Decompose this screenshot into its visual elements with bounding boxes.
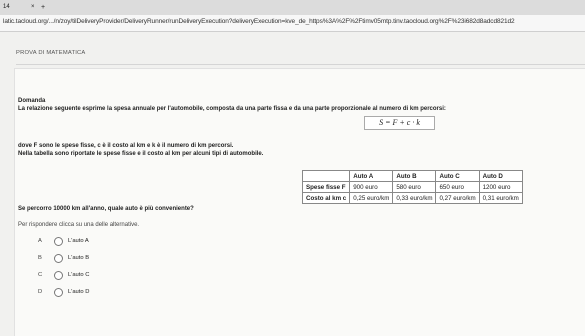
- table-row: Costo al km c 0,25 euro/km 0,33 euro/km …: [301, 192, 523, 204]
- table-column-header: Auto A: [349, 170, 394, 182]
- answer-instruction: Per rispondere clicca su una delle alter…: [18, 222, 140, 228]
- option-label[interactable]: L'auto D: [68, 287, 89, 297]
- table-row-header: Costo al km c: [301, 192, 351, 204]
- radio-button[interactable]: [54, 254, 63, 263]
- option-label[interactable]: L'auto A: [68, 236, 89, 246]
- table-cell: 0,33 euro/km: [392, 192, 437, 204]
- table-intro: Nella tabella sono riportate le spese fi…: [18, 151, 264, 157]
- tab-title: 14: [3, 4, 10, 10]
- question-prompt: Se percorro 10000 km all'anno, quale aut…: [18, 206, 194, 212]
- option-letter: C: [38, 272, 43, 278]
- table-row-header: Spese fisse F: [301, 181, 351, 193]
- table-cell: 0,27 euro/km: [435, 192, 480, 204]
- table-cell: 1200 euro: [478, 181, 523, 193]
- url-text[interactable]: latic.tacloud.org/.../n/zoy/tilDeliveryP…: [3, 18, 515, 25]
- option-letter: B: [38, 255, 42, 261]
- page-title: PROVA DI MATEMATICA: [16, 50, 86, 56]
- radio-button[interactable]: [54, 271, 63, 280]
- table-cell: 900 euro: [349, 181, 394, 193]
- header-divider: [16, 64, 585, 65]
- table-corner-cell: [301, 170, 351, 182]
- question-intro: La relazione seguente esprime la spesa a…: [18, 106, 446, 112]
- option-letter: D: [38, 289, 43, 295]
- browser-tab[interactable]: 14 ×: [0, 0, 60, 15]
- car-costs-table: Auto A Auto B Auto C Auto D Spese fisse …: [301, 170, 523, 204]
- option-letter: A: [38, 238, 42, 244]
- radio-button[interactable]: [54, 237, 63, 246]
- formula-explanation: dove F sono le spese fisse, c è il costo…: [18, 143, 234, 149]
- table-column-header: Auto C: [435, 170, 480, 182]
- table-cell: 0,25 euro/km: [349, 192, 394, 204]
- browser-tab-bar: 14 × +: [0, 0, 585, 16]
- table-column-header: Auto D: [478, 170, 523, 182]
- table-header-row: Auto A Auto B Auto C Auto D: [301, 170, 523, 182]
- close-tab-icon[interactable]: ×: [31, 0, 35, 15]
- radio-button[interactable]: [54, 288, 63, 297]
- option-label[interactable]: L'auto C: [68, 270, 89, 280]
- formula: S = F + c · k: [364, 116, 435, 130]
- option-label[interactable]: L'auto B: [68, 253, 89, 263]
- new-tab-button[interactable]: +: [41, 0, 45, 15]
- table-cell: 580 euro: [392, 181, 437, 193]
- section-title: Domanda: [18, 98, 46, 104]
- table-column-header: Auto B: [392, 170, 437, 182]
- address-bar[interactable]: latic.tacloud.org/.../n/zoy/tilDeliveryP…: [0, 15, 585, 32]
- table-cell: 0,31 euro/km: [478, 192, 523, 204]
- table-cell: 650 euro: [435, 181, 480, 193]
- table-row: Spese fisse F 900 euro 580 euro 650 euro…: [301, 181, 523, 193]
